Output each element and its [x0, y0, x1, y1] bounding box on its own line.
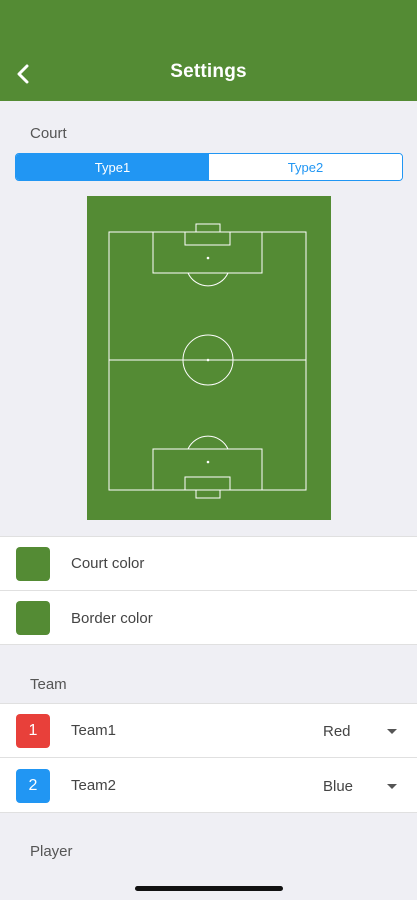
top-penalty-spot [206, 256, 210, 260]
dropdown-caret-icon [387, 728, 397, 734]
dropdown-caret-icon [387, 783, 397, 789]
team-2-color-select[interactable]: Blue [323, 772, 403, 800]
border-color-swatch[interactable] [16, 601, 50, 635]
team-1-name: Team1 [71, 722, 117, 739]
court-color-label: Court color [71, 555, 145, 572]
team-2-color-value: Blue [323, 777, 354, 795]
team-section-label: Team [30, 676, 67, 693]
team-1-number-badge: 1 [16, 714, 50, 748]
page-title: Settings [170, 61, 247, 82]
team-1-color-value: Red [323, 722, 351, 740]
team-row: 1 Team1 Red [0, 703, 417, 758]
team-2-number-badge: 2 [16, 769, 50, 803]
court-type-1-button[interactable]: Type1 [16, 154, 209, 180]
border-color-row[interactable]: Border color [0, 590, 417, 645]
team-1-color-select[interactable]: Red [323, 717, 403, 745]
team-row: 2 Team2 Blue [0, 757, 417, 813]
soccer-field-preview [87, 196, 331, 520]
player-section-label: Player [30, 843, 73, 860]
team-2-name: Team2 [71, 777, 117, 794]
bottom-penalty-spot [206, 460, 210, 464]
home-indicator[interactable] [135, 886, 283, 891]
app-header: Settings [0, 0, 417, 101]
court-type-segmented-control: Type1 Type2 [15, 153, 403, 181]
center-spot [206, 358, 210, 362]
court-type-2-button[interactable]: Type2 [209, 154, 402, 180]
border-color-label: Border color [71, 610, 153, 627]
court-section-label: Court [30, 125, 67, 142]
court-color-row[interactable]: Court color [0, 536, 417, 591]
court-color-swatch[interactable] [16, 547, 50, 581]
